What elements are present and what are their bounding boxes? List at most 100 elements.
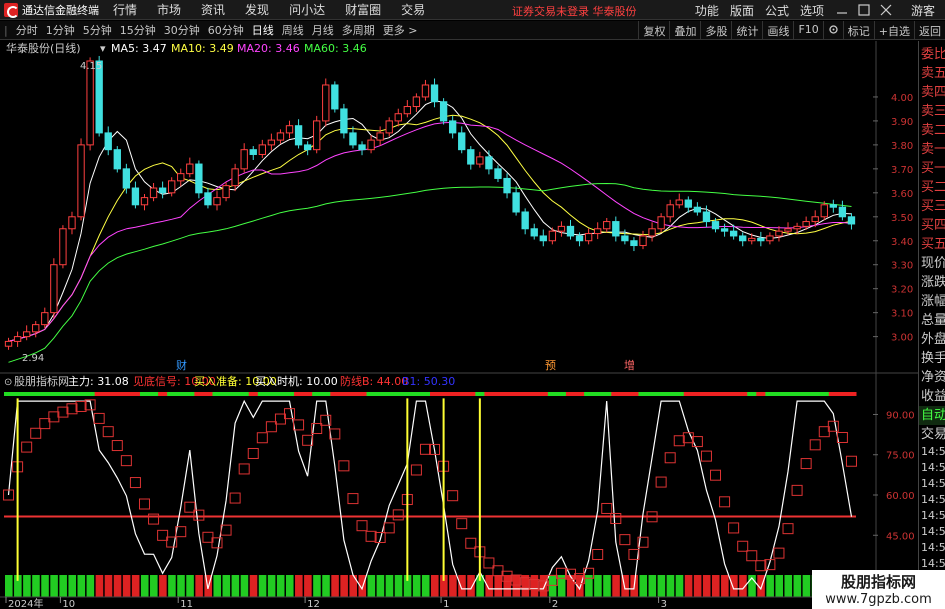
- sidebar-item[interactable]: 买五: [919, 235, 945, 254]
- settings-icon[interactable]: [822, 21, 843, 40]
- indicator-name[interactable]: 股朋指标网: [14, 374, 69, 388]
- candle-body: [285, 125, 294, 134]
- formula-button[interactable]: 公式: [765, 2, 789, 19]
- period-1min[interactable]: 1分钟: [42, 22, 79, 38]
- signal-bar-top: [103, 392, 114, 396]
- period-more[interactable]: 更多 >: [379, 22, 422, 38]
- period-weekly[interactable]: 周线: [278, 22, 308, 38]
- trend-box: [238, 463, 250, 475]
- options-button[interactable]: 选项: [800, 2, 824, 19]
- guest-account[interactable]: 游客: [911, 2, 935, 19]
- sidebar-item[interactable]: 卖五: [919, 64, 945, 83]
- ma-toggle-icon[interactable]: ▾: [100, 42, 106, 55]
- trend-box: [365, 530, 377, 542]
- sidebar-item[interactable]: 外盘: [919, 330, 945, 349]
- signal-bar-top: [493, 392, 504, 396]
- event-marker-increase[interactable]: 增: [624, 358, 635, 372]
- stats-button[interactable]: 统计: [731, 21, 762, 40]
- signal-bar-top: [720, 392, 730, 396]
- period-intraday[interactable]: 分时: [12, 22, 42, 38]
- menu-trade[interactable]: 交易: [401, 1, 425, 18]
- sidebar-item[interactable]: 买二: [919, 178, 945, 197]
- mark-button[interactable]: 标记: [842, 21, 874, 40]
- candle-body: [521, 211, 529, 230]
- signal-bar-top: [756, 392, 766, 396]
- sidebar-item[interactable]: 涨幅: [919, 292, 945, 311]
- period-monthly[interactable]: 月线: [308, 22, 338, 38]
- sidebar-item[interactable]: 卖四: [919, 83, 945, 102]
- period-multi[interactable]: 多周期: [338, 22, 379, 38]
- indicator-toggle-icon[interactable]: ⊙: [4, 377, 12, 388]
- signal-bar-top: [665, 392, 676, 396]
- candle-body: [820, 204, 828, 218]
- watermark: 股朋指标网 www.7gpzb.com: [812, 570, 945, 609]
- trend-box: [247, 447, 259, 459]
- sidebar-item[interactable]: 总量: [919, 311, 945, 330]
- trend-box: [129, 477, 141, 489]
- layout-button[interactable]: 版面: [730, 2, 754, 19]
- tab-auto[interactable]: 自动: [919, 406, 945, 425]
- function-button[interactable]: 功能: [695, 2, 719, 19]
- f10-button[interactable]: F10: [793, 21, 822, 40]
- adjust-button[interactable]: 复权: [638, 21, 669, 40]
- sidebar-item[interactable]: 买三: [919, 197, 945, 216]
- sidebar-item[interactable]: 卖三: [919, 102, 945, 121]
- trend-box: [383, 522, 395, 534]
- signal-bar-top: [366, 392, 377, 396]
- signal-bar-bottom: [793, 575, 802, 597]
- sidebar-item[interactable]: 买一: [919, 159, 945, 178]
- signal-bar-top: [466, 392, 476, 396]
- event-marker-financial[interactable]: 财: [176, 358, 187, 372]
- price-tick-label: 3.20: [891, 285, 913, 296]
- trend-box: [782, 523, 794, 535]
- sidebar-item[interactable]: 买四: [919, 216, 945, 235]
- sidebar-item[interactable]: 现价: [919, 254, 945, 273]
- back-button[interactable]: 返回: [914, 21, 945, 40]
- multi-stock-button[interactable]: 多股: [700, 21, 731, 40]
- period-daily[interactable]: 日线: [248, 22, 278, 38]
- sidebar-item[interactable]: 换手: [919, 349, 945, 368]
- sidebar-item[interactable]: 委比: [919, 45, 945, 64]
- signal-bar-bottom: [222, 575, 231, 597]
- menu-ask[interactable]: 问小达: [289, 1, 325, 18]
- candle-body: [104, 132, 112, 151]
- menu-market[interactable]: 市场: [157, 1, 181, 18]
- candle-body: [793, 225, 801, 230]
- sidebar-item[interactable]: 收益: [919, 387, 945, 406]
- menu-discover[interactable]: 发现: [245, 1, 269, 18]
- price-tick-label: 3.80: [891, 141, 913, 152]
- sidebar-item[interactable]: 卖二: [919, 121, 945, 140]
- signal-bar-top: [774, 392, 784, 396]
- trend-box: [664, 452, 676, 464]
- candle-body: [630, 240, 638, 247]
- event-marker-forecast[interactable]: 预: [545, 359, 556, 372]
- period-15min[interactable]: 15分钟: [116, 22, 160, 38]
- chart-area[interactable]: 4.00 3.90 3.80 3.70 3.60 3.50 3.40 3.30 3.20 3.10…: [0, 41, 918, 609]
- candle-body: [829, 204, 838, 208]
- minimize-icon[interactable]: [835, 3, 849, 17]
- menu-wealth[interactable]: 财富圈: [345, 1, 381, 18]
- sidebar-item[interactable]: 卖一: [919, 140, 945, 159]
- overlay-button[interactable]: 叠加: [669, 21, 700, 40]
- draw-line-button[interactable]: 画线: [762, 21, 793, 40]
- signal-bar-bottom: [485, 575, 493, 597]
- login-status-message[interactable]: 证券交易未登录 华泰股份: [512, 3, 637, 19]
- sidebar-item[interactable]: 净资: [919, 368, 945, 387]
- kline-chart-svg[interactable]: 4.00 3.90 3.80 3.70 3.60 3.50 3.40 3.30 3.20 3.10…: [0, 41, 918, 609]
- period-30min[interactable]: 30分钟: [160, 22, 204, 38]
- sidebar-item[interactable]: 涨跌: [919, 273, 945, 292]
- close-icon[interactable]: [879, 3, 893, 17]
- period-5min[interactable]: 5分钟: [79, 22, 116, 38]
- candle-body: [766, 235, 774, 242]
- maximize-icon[interactable]: [857, 3, 871, 17]
- signal-bar-bottom: [23, 575, 31, 597]
- trend-box: [818, 426, 830, 438]
- tab-trade[interactable]: 交易: [919, 425, 945, 444]
- add-watchlist-button[interactable]: +自选: [873, 21, 914, 40]
- menu-market-quotes[interactable]: 行情: [113, 1, 137, 18]
- period-60min[interactable]: 60分钟: [204, 22, 248, 38]
- menu-news[interactable]: 资讯: [201, 1, 225, 18]
- candle-body: [4, 340, 13, 347]
- candle-body: [276, 132, 285, 141]
- signal-bar-bottom: [122, 575, 131, 597]
